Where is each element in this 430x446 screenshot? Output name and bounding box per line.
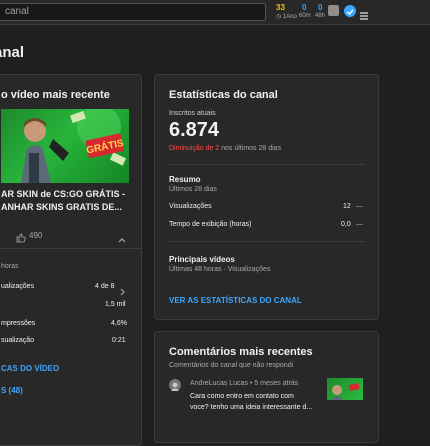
period-label: horas	[1, 263, 19, 270]
metric-label-watch: sualização	[1, 337, 35, 344]
stat-label-year: ◷ 1Ano	[276, 14, 297, 20]
comment-author[interactable]: AndreLucas Lucas	[190, 380, 248, 387]
search-input[interactable]: canal	[0, 3, 266, 21]
summary-trend-watch-time: —	[356, 221, 363, 228]
stat-label-60m: 60m	[299, 13, 311, 19]
page-title: anal	[0, 44, 25, 61]
channel-stats-link[interactable]: VER AS ESTATÍSTICAS DO CANAL	[169, 296, 302, 305]
subscribers-value: 6.874	[169, 119, 220, 141]
summary-value-watch-time: 0,0	[341, 221, 351, 228]
comments-title: Comentários mais recentes	[169, 346, 313, 358]
search-placeholder: canal	[5, 6, 29, 17]
summary-value-views: 12	[343, 203, 351, 210]
top-videos-subtitle: Últimas 48 horas · Visualizações	[169, 266, 271, 273]
latest-video-title: o vídeo mais recente	[1, 89, 110, 101]
comment-video-thumbnail[interactable]	[327, 378, 363, 400]
summary-period: Últimos 28 dias	[169, 186, 217, 193]
comment-text-line2: voce? tenho uma ideia interessante d...	[190, 404, 313, 411]
video-title-line1[interactable]: AR SKIN de CS:GO GRÁTIS -	[1, 189, 141, 199]
recent-comments-card: Comentários mais recentes Comentários do…	[154, 331, 379, 443]
metric-value-views: 4 de 8	[95, 283, 115, 290]
stat-value-48h: 0	[318, 3, 323, 12]
thumbnail-art: GRÁTIS	[21, 109, 127, 183]
stat-label-48h: 48h	[315, 13, 326, 19]
account-avatar-icon[interactable]	[344, 5, 356, 17]
avatar[interactable]	[169, 379, 181, 391]
divider	[0, 248, 141, 249]
comments-link[interactable]: S (48)	[1, 386, 23, 395]
divider	[169, 164, 365, 165]
comments-subtitle: Comentários do canal que não respondi	[169, 362, 294, 369]
chevron-right-icon[interactable]	[119, 283, 126, 296]
top-videos-title: Principais vídeos	[169, 255, 235, 264]
stat-value-60m: 0	[302, 3, 307, 12]
summary-trend-views: —	[356, 203, 363, 210]
chevron-up-icon[interactable]	[118, 231, 126, 243]
metric-value-2: 1,5 mil	[105, 301, 126, 308]
subscribers-change-period: nos últimos 28 dias	[219, 145, 282, 152]
subscribers-change-negative: Diminuição de 2	[169, 145, 220, 152]
subscribers-change: Diminuição de 2 nos últimos 28 dias	[169, 145, 281, 152]
thumbs-up-icon[interactable]	[16, 230, 26, 243]
channel-stats-title: Estatísticas do canal	[169, 89, 278, 101]
metric-value-watch: 0:21	[112, 337, 126, 344]
video-thumbnail[interactable]: GRÁTIS	[1, 109, 129, 183]
metric-label-views: ualizações	[1, 283, 35, 290]
comment-text-line1: Cara como entro em contato com	[190, 393, 294, 400]
comment-meta: AndreLucas Lucas • 5 meses atrás	[190, 380, 298, 387]
summary-title: Resumo	[169, 175, 201, 184]
top-bar: canal 33 ◷ 1Ano 0 60m 0 48h	[0, 0, 430, 25]
menu-icon[interactable]	[360, 7, 368, 20]
summary-label-watch-time: Tempo de exibição (horas)	[169, 221, 252, 228]
metric-label-impressions: mpressões	[1, 320, 36, 327]
latest-video-card: o vídeo mais recente GRÁTIS AR SKIN de C…	[0, 74, 142, 446]
divider	[169, 241, 365, 242]
subscribers-label: Inscritos atuais	[169, 110, 216, 117]
summary-label-views: Visualizações	[169, 203, 212, 210]
metric-value-impressions: 4,6%	[111, 320, 127, 327]
likes-count: 490	[29, 231, 43, 240]
comment-time: • 5 meses atrás	[247, 380, 299, 387]
extension-icon[interactable]	[328, 5, 339, 16]
video-stats-link[interactable]: CAS DO VÍDEO	[1, 364, 59, 373]
video-title-line2[interactable]: ANHAR SKINS GRATIS DE...	[1, 202, 141, 212]
channel-stats-card: Estatísticas do canal Inscritos atuais 6…	[154, 74, 379, 320]
stat-value-year: 33	[276, 3, 285, 12]
